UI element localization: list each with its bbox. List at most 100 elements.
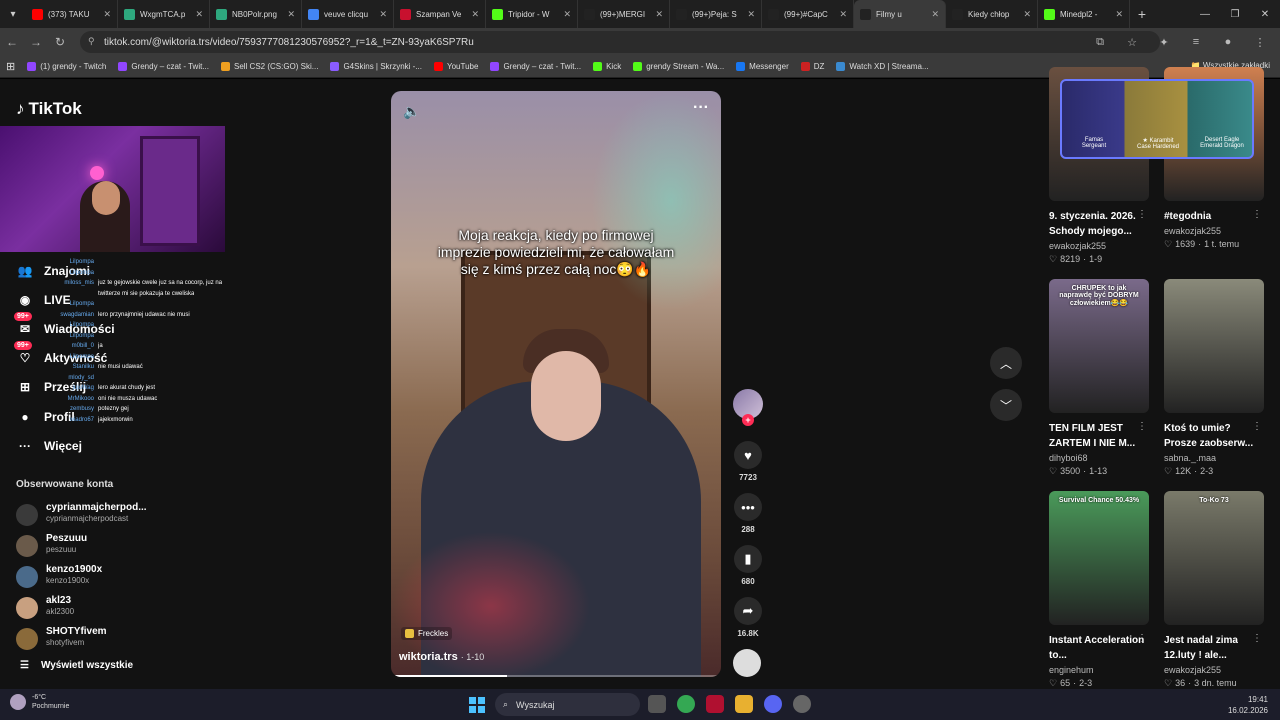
video-thumbnail[interactable]: Survival Chance 50.43% bbox=[1049, 491, 1149, 625]
tab-close-icon[interactable]: ✕ bbox=[1115, 9, 1123, 20]
follow-plus-icon[interactable]: + bbox=[742, 414, 754, 426]
followed-account[interactable]: SHOTYfivem shotyfivem bbox=[16, 626, 216, 652]
close-window-icon[interactable]: ✕ bbox=[1250, 0, 1280, 28]
discord-icon[interactable] bbox=[764, 695, 782, 713]
tab-close-icon[interactable]: ✕ bbox=[287, 9, 295, 20]
sidebar-item-more[interactable]: ··· Więcej bbox=[16, 436, 82, 456]
comment-button[interactable]: ••• 288 bbox=[733, 493, 763, 534]
bookmark-item[interactable]: Grendy – czat - Twit... bbox=[484, 62, 587, 71]
settings-gear-icon[interactable] bbox=[793, 695, 811, 713]
sound-disc-avatar[interactable] bbox=[733, 649, 761, 677]
tab-title: (99+)MERGI bbox=[600, 9, 646, 19]
sound-chip[interactable]: Freckles bbox=[401, 627, 453, 640]
like-button[interactable]: ♥ 7723 bbox=[733, 441, 763, 482]
start-button[interactable] bbox=[469, 697, 485, 713]
followed-account[interactable]: kenzo1900x kenzo1900x bbox=[16, 564, 216, 590]
card-more-icon[interactable]: ⋮ bbox=[1252, 421, 1262, 432]
minimize-icon[interactable]: — bbox=[1190, 0, 1220, 28]
bookmark-item[interactable]: Messenger bbox=[730, 62, 795, 71]
video-more-icon[interactable]: ··· bbox=[693, 99, 709, 117]
card-more-icon[interactable]: ⋮ bbox=[1137, 421, 1147, 432]
video-progress-bar[interactable] bbox=[391, 675, 721, 677]
card-more-icon[interactable]: ⋮ bbox=[1137, 633, 1147, 644]
video-thumbnail[interactable]: CHRUPEK to jak naprawdę być DOBRYM człow… bbox=[1049, 279, 1149, 413]
browser-tab[interactable]: (99+)Peja: S ✕ bbox=[670, 0, 762, 28]
video-card[interactable]: ⋮ Ktoś to umie? Prosze zaobserw... sabna._… bbox=[1164, 279, 1264, 477]
show-all-button[interactable]: ☰ Wyświetl wszystkie bbox=[20, 660, 133, 671]
tab-close-icon[interactable]: ✕ bbox=[1023, 9, 1031, 20]
bookmark-star-icon[interactable]: ☆ bbox=[1118, 36, 1146, 49]
tab-close-icon[interactable]: ✕ bbox=[103, 9, 111, 20]
video-card[interactable]: CHRUPEK to jak naprawdę być DOBRYM człow… bbox=[1049, 279, 1149, 477]
browser-tab[interactable]: Minedpl2 - ✕ bbox=[1038, 0, 1130, 28]
browser-tab[interactable]: Szampan Ve ✕ bbox=[394, 0, 486, 28]
video-card[interactable]: Survival Chance 50.43% ⋮ Instant Accelerat… bbox=[1049, 491, 1149, 689]
new-tab-button[interactable]: + bbox=[1130, 6, 1154, 22]
site-info-icon[interactable]: ⚲ bbox=[88, 36, 95, 47]
forward-icon[interactable]: → bbox=[24, 28, 48, 56]
video-thumbnail[interactable] bbox=[1164, 279, 1264, 413]
extensions-icon[interactable]: ✦ bbox=[1150, 36, 1178, 49]
card-more-icon[interactable]: ⋮ bbox=[1252, 209, 1262, 220]
reload-icon[interactable]: ↻ bbox=[48, 28, 72, 56]
maximize-icon[interactable]: ❐ bbox=[1220, 0, 1250, 28]
tab-search-icon[interactable]: ▾ bbox=[0, 0, 26, 28]
tab-close-icon[interactable]: ✕ bbox=[655, 9, 663, 20]
browser-tab[interactable]: WxgmTCA.p ✕ bbox=[118, 0, 210, 28]
browser-tab[interactable]: Tripidor - W ✕ bbox=[486, 0, 578, 28]
followed-account[interactable]: akl23 akl2300 bbox=[16, 595, 216, 621]
browser-menu-icon[interactable]: ⋮ bbox=[1246, 36, 1274, 49]
bookmark-item[interactable]: grendy Stream - Wa... bbox=[627, 62, 730, 71]
profile-avatar-icon[interactable]: ● bbox=[1214, 36, 1242, 48]
previous-video-button[interactable]: ︿ bbox=[990, 347, 1022, 379]
tab-close-icon[interactable]: ✕ bbox=[379, 9, 387, 20]
bookmark-item[interactable]: Watch XD | Streama... bbox=[830, 62, 934, 71]
bookmark-item[interactable]: YouTube bbox=[428, 62, 484, 71]
bookmark-item[interactable]: G4Skins | Skrzynki -... bbox=[324, 62, 428, 71]
app-a-icon[interactable] bbox=[706, 695, 724, 713]
browser-tab[interactable]: Kiedy chłop ✕ bbox=[946, 0, 1038, 28]
browser-tab[interactable]: (373) TAKU ✕ bbox=[26, 0, 118, 28]
bookmark-item[interactable]: (1) grendy - Twitch bbox=[21, 62, 112, 71]
share-button[interactable]: ➦ 16.8K bbox=[733, 597, 763, 638]
media-icon[interactable]: ≡ bbox=[1182, 36, 1210, 48]
tab-close-icon[interactable]: ✕ bbox=[931, 9, 939, 20]
video-author[interactable]: wiktoria.trs · 1-10 bbox=[399, 651, 484, 663]
bookmark-item[interactable]: DZ bbox=[795, 62, 831, 71]
system-clock[interactable]: 19:41 16.02.2026 bbox=[1228, 694, 1268, 716]
weather-widget[interactable]: -6°C Pochmurnie bbox=[10, 693, 69, 711]
next-video-button[interactable]: ﹀ bbox=[990, 389, 1022, 421]
back-icon[interactable]: ← bbox=[0, 28, 24, 56]
tab-close-icon[interactable]: ✕ bbox=[195, 9, 203, 20]
card-more-icon[interactable]: ⋮ bbox=[1137, 209, 1147, 220]
url-input[interactable]: ⚲ tiktok.com/@wiktoria.trs/video/7593777… bbox=[80, 31, 1160, 53]
bookmark-item[interactable]: Kick bbox=[587, 62, 627, 71]
browser-tab[interactable]: NB0Polr.png ✕ bbox=[210, 0, 302, 28]
file-explorer-icon[interactable] bbox=[735, 695, 753, 713]
taskbar-search[interactable]: ⌕ Wyszukaj bbox=[495, 693, 640, 716]
chat-username: Lilpompa bbox=[69, 322, 94, 328]
video-player[interactable]: 🔈 ··· Moja reakcja, kiedy po firmowej im… bbox=[391, 91, 721, 677]
task-view-icon[interactable] bbox=[648, 695, 666, 713]
followed-account[interactable]: cyprianmajcherpod... cyprianmajcherpodcas… bbox=[16, 502, 216, 528]
followed-account[interactable]: Peszuuu peszuuu bbox=[16, 533, 216, 559]
card-more-icon[interactable]: ⋮ bbox=[1252, 633, 1262, 644]
video-card[interactable]: To-Ko 73 ⋮ Jest nadal zima 12.luty ! ale..… bbox=[1164, 491, 1264, 689]
volume-icon[interactable]: 🔈 bbox=[403, 103, 420, 120]
install-app-icon[interactable]: ⧉ bbox=[1086, 36, 1114, 49]
tab-close-icon[interactable]: ✕ bbox=[563, 9, 571, 20]
tab-close-icon[interactable]: ✕ bbox=[747, 9, 755, 20]
browser-tab[interactable]: (99+)#CapC ✕ bbox=[762, 0, 854, 28]
browser-tab[interactable]: veuve clicqu ✕ bbox=[302, 0, 394, 28]
apps-grid-icon[interactable]: ⊞ bbox=[0, 60, 21, 73]
bookmark-item[interactable]: Sell CS2 (CS:GO) Ski... bbox=[215, 62, 324, 71]
tab-close-icon[interactable]: ✕ bbox=[839, 9, 847, 20]
tiktok-logo[interactable]: ♪ TikTok bbox=[16, 99, 82, 119]
browser-tab[interactable]: Filmy u ✕ bbox=[854, 0, 946, 28]
video-thumbnail[interactable]: To-Ko 73 bbox=[1164, 491, 1264, 625]
browser-tab[interactable]: (99+)MERGI ✕ bbox=[578, 0, 670, 28]
tab-close-icon[interactable]: ✕ bbox=[471, 9, 479, 20]
bookmark-item[interactable]: Grendy – czat - Twit... bbox=[112, 62, 215, 71]
save-button[interactable]: ▮ 680 bbox=[733, 545, 763, 586]
chrome-icon[interactable] bbox=[677, 695, 695, 713]
